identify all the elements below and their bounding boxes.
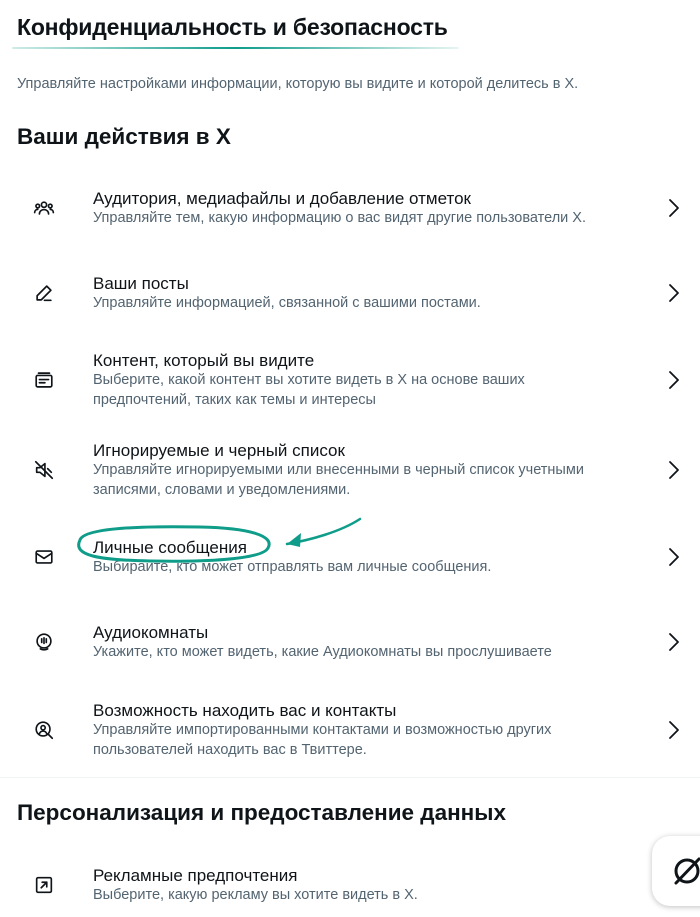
settings-item-audience[interactable]: Аудитория, медиафайлы и добавление отмет… xyxy=(0,185,700,247)
settings-item-label: Возможность находить вас и контакты xyxy=(93,701,397,720)
settings-item-direct-messages[interactable]: Личные сообщения Выбирайте, кто может от… xyxy=(0,534,700,596)
chevron-right-icon xyxy=(669,371,679,389)
settings-item-label: Аудитория, медиафайлы и добавление отмет… xyxy=(93,189,471,208)
chevron-right-icon xyxy=(669,633,679,651)
settings-item-description: Выбирайте, кто может отправлять вам личн… xyxy=(93,559,492,575)
external-arrow-icon xyxy=(33,874,55,896)
settings-item-description: Управляйте импортированными контактами и… xyxy=(93,722,552,758)
settings-item-ad-preferences[interactable]: Рекламные предпочтения Выберите, какую р… xyxy=(0,862,700,917)
settings-item-spaces[interactable]: Аудиокомнаты Укажите, кто может видеть, … xyxy=(0,619,700,681)
settings-item-label: Рекламные предпочтения xyxy=(93,866,298,885)
settings-item-your-posts[interactable]: Ваши посты Управляйте информацией, связа… xyxy=(0,270,700,332)
content-card-icon xyxy=(33,369,55,391)
settings-item-description: Укажите, кто может видеть, какие Аудиоко… xyxy=(93,644,552,660)
pencil-icon xyxy=(33,282,55,304)
microphone-icon xyxy=(33,631,55,653)
chevron-right-icon xyxy=(669,461,679,479)
settings-item-description: Выберите, какую рекламу вы хотите видеть… xyxy=(93,887,418,903)
chevron-right-icon xyxy=(669,199,679,217)
floating-action-button[interactable] xyxy=(652,836,700,906)
section-divider xyxy=(0,777,700,778)
page-description: Управляйте настройками информации, котор… xyxy=(17,76,579,92)
settings-item-description: Управляйте информацией, связанной с ваши… xyxy=(93,295,481,311)
envelope-icon xyxy=(33,546,55,568)
muted-speaker-icon xyxy=(33,459,55,481)
section-heading-your-activity: Ваши действия в X xyxy=(17,124,231,149)
chevron-right-icon xyxy=(669,284,679,302)
person-search-icon xyxy=(33,719,55,741)
page-title: Конфиденциальность и безопасность xyxy=(17,14,448,40)
section-heading-personalization: Персонализация и предоставление данных xyxy=(17,800,507,825)
settings-item-discoverability-and-contacts[interactable]: Возможность находить вас и контакты Упра… xyxy=(0,697,700,763)
chevron-right-icon xyxy=(669,721,679,739)
settings-item-label: Личные сообщения xyxy=(93,538,247,557)
settings-item-description: Выберите, какой контент вы хотите видеть… xyxy=(93,372,525,408)
settings-item-label: Аудиокомнаты xyxy=(93,623,209,642)
settings-item-label: Игнорируемые и черный список xyxy=(93,441,345,460)
slashed-circle-icon xyxy=(674,857,700,885)
settings-item-description: Управляйте игнорируемыми или внесенными … xyxy=(93,462,584,498)
settings-item-label: Контент, который вы видите xyxy=(93,351,315,370)
chevron-right-icon xyxy=(669,548,679,566)
people-group-icon xyxy=(33,197,55,219)
settings-item-description: Управляйте тем, какую информацию о вас в… xyxy=(93,210,587,226)
settings-item-label: Ваши посты xyxy=(93,274,189,293)
settings-item-mute-and-block[interactable]: Игнорируемые и черный список Управляйте … xyxy=(0,437,700,503)
title-underline-highlight xyxy=(12,47,459,49)
settings-item-content-you-see[interactable]: Контент, который вы видите Выберите, как… xyxy=(0,347,700,413)
